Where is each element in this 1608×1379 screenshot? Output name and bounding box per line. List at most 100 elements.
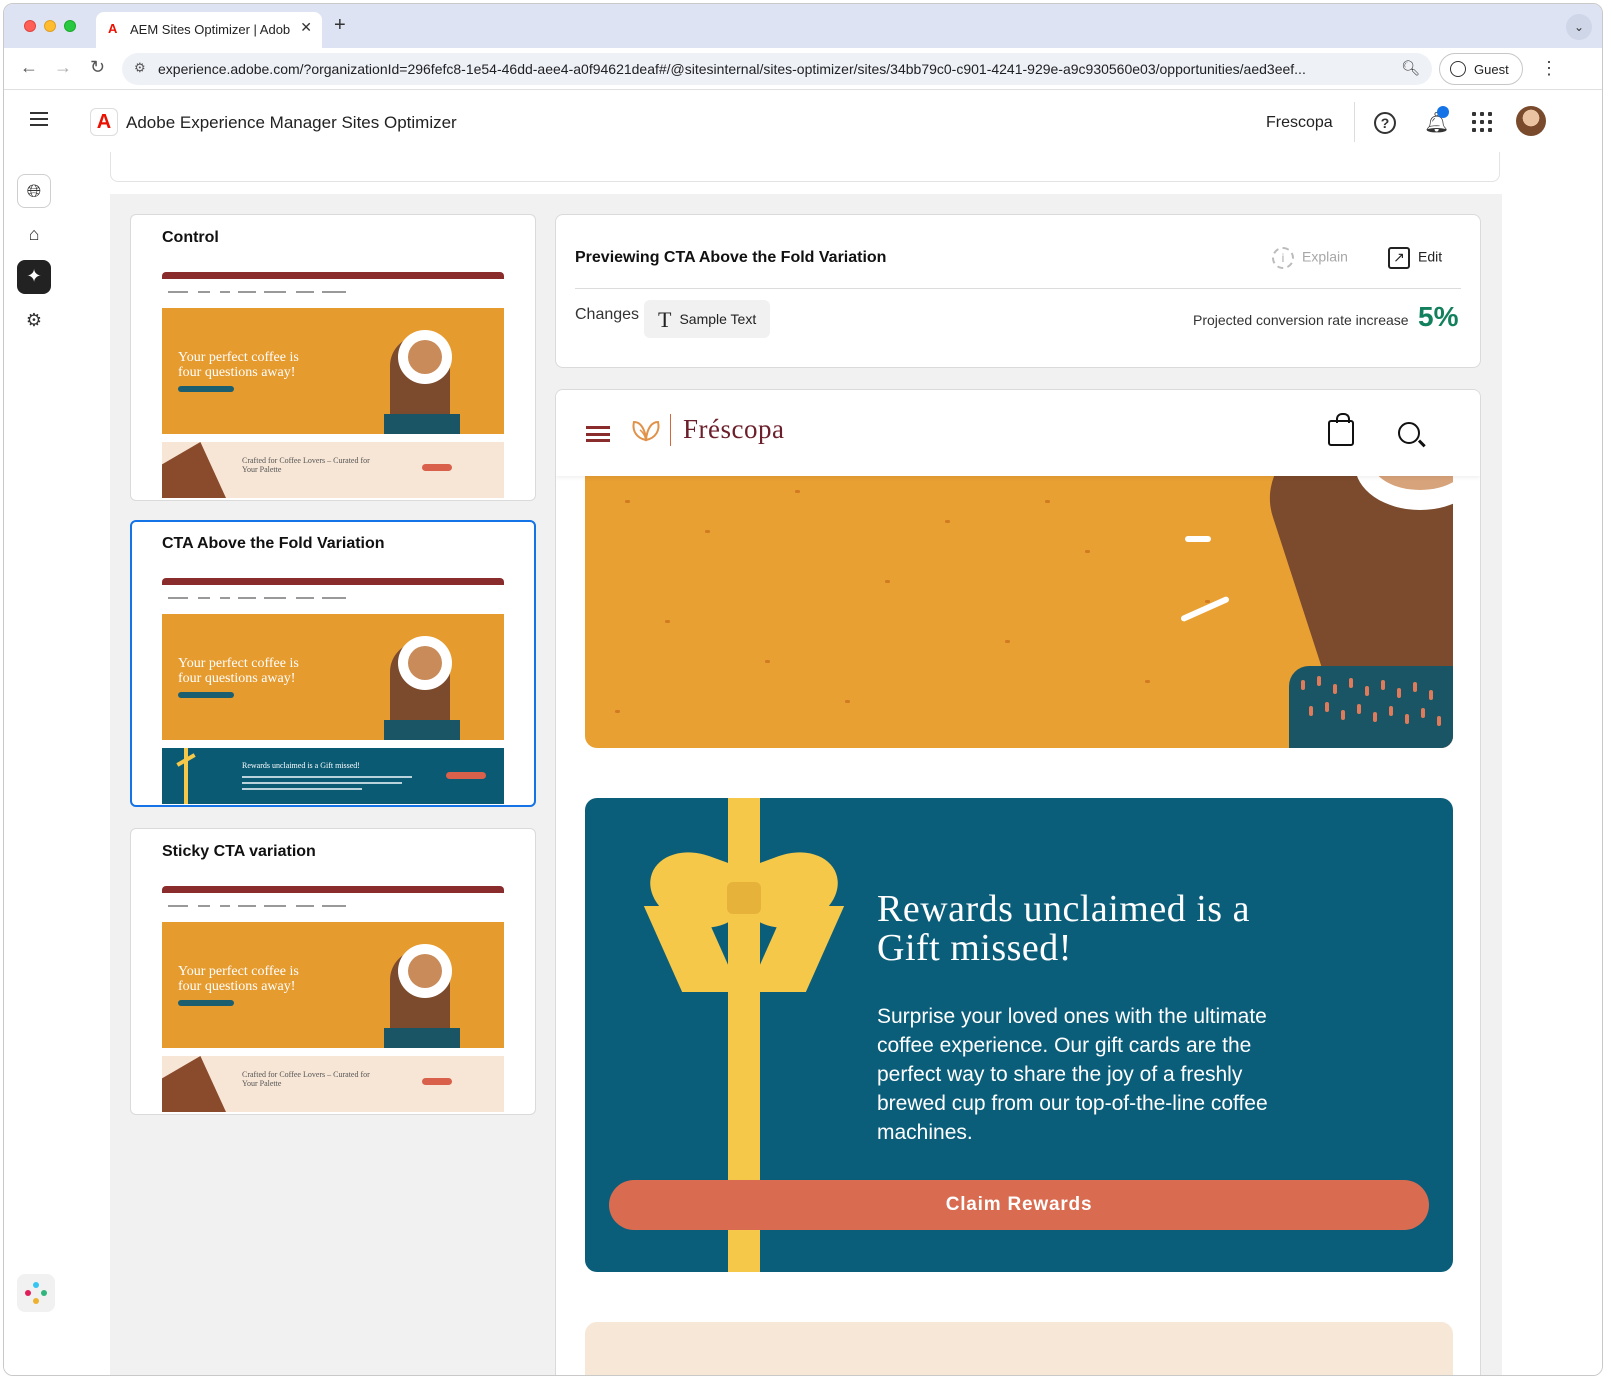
variation-card-cta-above-fold[interactable]: CTA Above the Fold Variation Your perfec… [130,520,536,807]
thumb-hero: Your perfect coffee is four questions aw… [162,308,504,434]
adobe-logo-icon[interactable]: A [90,108,118,136]
close-window-button[interactable] [24,20,36,32]
thumb-bottom-button [422,1078,452,1085]
settings-icon[interactable]: ⚙ [17,304,51,338]
url-field[interactable]: ⚙ experience.adobe.com/?organizationId=2… [122,53,1432,85]
explain-button[interactable]: i Explain [1272,247,1348,269]
thumb-coffee-cup [398,330,452,384]
thumb-hero-button [178,1000,234,1006]
variation-title: CTA Above the Fold Variation [162,535,385,552]
thumb-nav [162,279,504,307]
url-text[interactable]: experience.adobe.com/?organizationId=296… [158,61,1388,77]
thumb-hero-text: Your perfect coffee is four questions aw… [178,964,299,994]
variation-thumbnail: Your perfect coffee is four questions aw… [162,578,504,804]
thumb-gift-button [446,772,486,779]
org-switcher[interactable]: Frescopa [1266,114,1333,132]
menu-icon[interactable] [30,112,48,126]
changes-label: Changes [575,306,640,323]
globe-icon[interactable]: 🌐︎ [17,174,51,208]
tab-title: AEM Sites Optimizer | Adobe [130,22,290,37]
tab-close-icon[interactable]: ✕ [300,19,312,36]
hero-sparkle-line [1185,536,1211,542]
slack-icon[interactable] [17,1274,55,1312]
reload-icon[interactable]: ↻ [90,57,105,78]
thumb-nav [162,893,504,921]
preview-title: Previewing CTA Above the Fold Variation [575,249,887,266]
new-tab-button[interactable]: + [334,14,346,37]
variation-title: Sticky CTA variation [162,843,316,860]
app-header: A Adobe Experience Manager Sites Optimiz… [4,90,1602,152]
gift-title: Rewards unclaimed is a Gift missed! [877,888,1250,969]
thumb-coffee-cup [398,944,452,998]
variation-card-sticky-cta[interactable]: Sticky CTA variation Your perfect coffee… [130,828,536,1115]
thumb-gift-section: Rewards unclaimed is a Gift missed! [162,748,504,804]
preview-divider [575,288,1461,289]
thumb-sleeve [384,414,460,434]
thumb-bottom-shape [162,442,226,498]
header-divider [1354,102,1355,142]
back-arrow-icon[interactable]: ← [20,57,38,78]
profile-icon [1450,61,1466,77]
user-avatar[interactable] [1516,106,1546,136]
text-type-icon: T [658,307,672,332]
thumb-bottom-section: Crafted for Coffee Lovers – Curated for … [162,442,504,498]
browser-window: A AEM Sites Optimizer | Adobe ✕ + ⌄ ← → … [3,3,1603,1376]
tab-list-chevron-icon[interactable]: ⌄ [1566,14,1592,40]
variation-title: Control [162,229,219,246]
thumb-sleeve [384,720,460,740]
explain-info-icon: i [1272,247,1294,269]
browser-menu-icon[interactable]: ⋮ [1540,58,1558,79]
notification-badge [1437,106,1449,118]
thumb-promo-banner [162,578,504,585]
browser-tab[interactable]: A AEM Sites Optimizer | Adobe ✕ [96,12,322,48]
next-section [585,1322,1453,1375]
gift-rewards-section: Rewards unclaimed is a Gift missed! Surp… [585,798,1453,1272]
edit-label: Edit [1418,248,1443,265]
main-content: Control Your perfect coffee is four ques… [68,152,1602,1375]
claim-rewards-button[interactable]: Claim Rewards [609,1180,1429,1230]
site-info-icon[interactable]: ⚙ [134,60,146,76]
app-switcher-grid-icon[interactable] [1472,112,1492,132]
forward-arrow-icon[interactable]: → [54,57,72,78]
thumb-bottom-shape [162,1056,226,1112]
edit-button[interactable]: ↗ Edit [1388,247,1442,269]
variation-thumbnail: Your perfect coffee is four questions aw… [162,272,504,498]
thumb-hero: Your perfect coffee is four questions aw… [162,922,504,1048]
opportunities-icon[interactable]: ✦ [17,260,51,294]
thumb-sleeve [384,1028,460,1048]
thumb-gift-title: Rewards unclaimed is a Gift missed! [242,761,360,770]
thumb-hero-button [178,386,234,392]
variations-panel: Control Your perfect coffee is four ques… [110,194,1502,1375]
logo-separator [670,414,671,446]
maximize-window-button[interactable] [64,20,76,32]
preview-header-card: Previewing CTA Above the Fold Variation … [555,214,1481,368]
site-brand-name[interactable]: Fréscopa [683,414,784,445]
opportunity-summary-card [110,152,1500,182]
thumb-nav [162,585,504,613]
address-bar: ← → ↻ ⚙ experience.adobe.com/?organizati… [4,48,1602,90]
change-chip-sample-text[interactable]: T Sample Text [644,300,771,338]
minimize-window-button[interactable] [44,20,56,32]
profile-button[interactable]: Guest [1439,53,1523,85]
explain-label: Explain [1302,248,1348,265]
thumb-hero-button [178,692,234,698]
search-icon[interactable] [1398,422,1420,444]
zoom-icon[interactable]: 🔍︎ [1401,59,1420,77]
tab-strip: A AEM Sites Optimizer | Adobe ✕ + ⌄ [4,4,1602,48]
profile-label: Guest [1474,62,1509,77]
help-icon[interactable]: ? [1374,112,1396,134]
thumb-bottom-text: Crafted for Coffee Lovers – Curated for … [242,1070,370,1088]
site-nav: Fréscopa [556,390,1480,476]
left-rail: 🌐︎ ⌂ ✦ ⚙ [4,152,68,1375]
hero-sleeve [1289,666,1453,748]
home-icon[interactable]: ⌂ [17,218,51,252]
shopping-bag-icon[interactable] [1328,413,1354,446]
variation-card-control[interactable]: Control Your perfect coffee is four ques… [130,214,536,501]
site-preview-frame: Fréscopa Rewards unclaimed is a Gift mis… [555,389,1481,1375]
thumb-bottom-button [422,464,452,471]
gift-bow-knot [727,882,761,914]
thumb-bottom-text: Crafted for Coffee Lovers – Curated for … [242,456,370,474]
site-menu-icon[interactable] [586,426,610,442]
gift-body: Surprise your loved ones with the ultima… [877,1005,1268,1144]
adobe-favicon-icon: A [108,21,118,36]
